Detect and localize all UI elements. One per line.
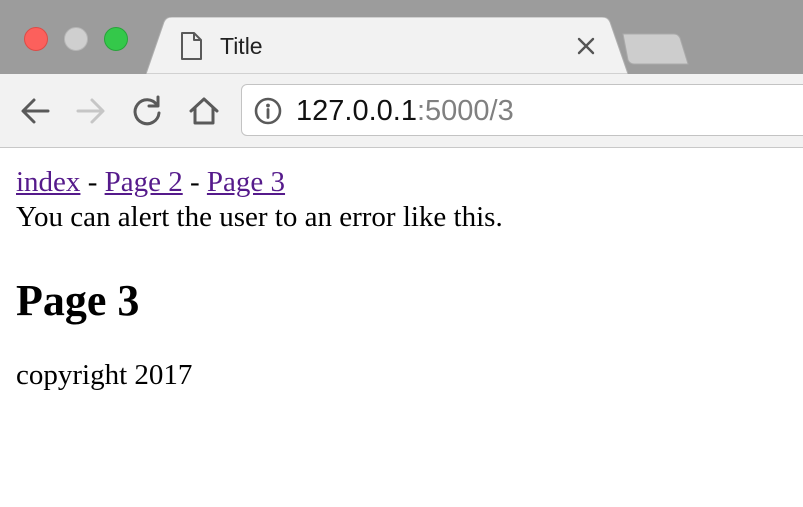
- nav-separator: -: [182, 166, 207, 198]
- nav-link-page-2[interactable]: Page 2: [105, 166, 183, 198]
- browser-toolbar: 127.0.0.1:5000/3: [0, 74, 803, 148]
- tab-strip: Title: [0, 0, 803, 74]
- browser-window: Title 127.0.0.1:5000/3 index - Page 2 - …: [0, 0, 803, 507]
- page-heading: Page 3: [16, 276, 140, 325]
- info-icon[interactable]: [254, 97, 282, 125]
- document-icon: [181, 32, 202, 60]
- nav-link-index[interactable]: index: [16, 166, 80, 198]
- flash-message: You can alert the user to an error like …: [16, 201, 503, 233]
- footer-copyright: copyright 2017: [16, 359, 193, 391]
- close-icon[interactable]: [576, 36, 596, 56]
- new-tab-button[interactable]: [620, 33, 690, 65]
- nav-links: index - Page 2 - Page 3: [16, 166, 796, 199]
- url-path: :5000/3: [416, 95, 514, 127]
- nav-separator: -: [80, 166, 105, 198]
- window-maximize-button[interactable]: [104, 27, 128, 51]
- window-minimize-button[interactable]: [64, 27, 88, 51]
- nav-link-page-3[interactable]: Page 3: [207, 166, 285, 198]
- url-host: 127.0.0.1: [296, 95, 417, 127]
- url-text: 127.0.0.1:5000/3: [296, 94, 514, 128]
- back-arrow-icon[interactable]: [18, 94, 52, 128]
- reload-icon[interactable]: [130, 94, 164, 128]
- tab-background: [146, 17, 628, 74]
- address-bar[interactable]: 127.0.0.1:5000/3: [241, 84, 803, 136]
- tab-active[interactable]: Title: [146, 17, 628, 74]
- tab-title: Title: [220, 33, 263, 59]
- home-icon[interactable]: [187, 94, 221, 128]
- forward-arrow-icon[interactable]: [74, 94, 108, 128]
- page-content: index - Page 2 - Page 3 You can alert th…: [16, 148, 796, 393]
- window-close-button[interactable]: [24, 27, 48, 51]
